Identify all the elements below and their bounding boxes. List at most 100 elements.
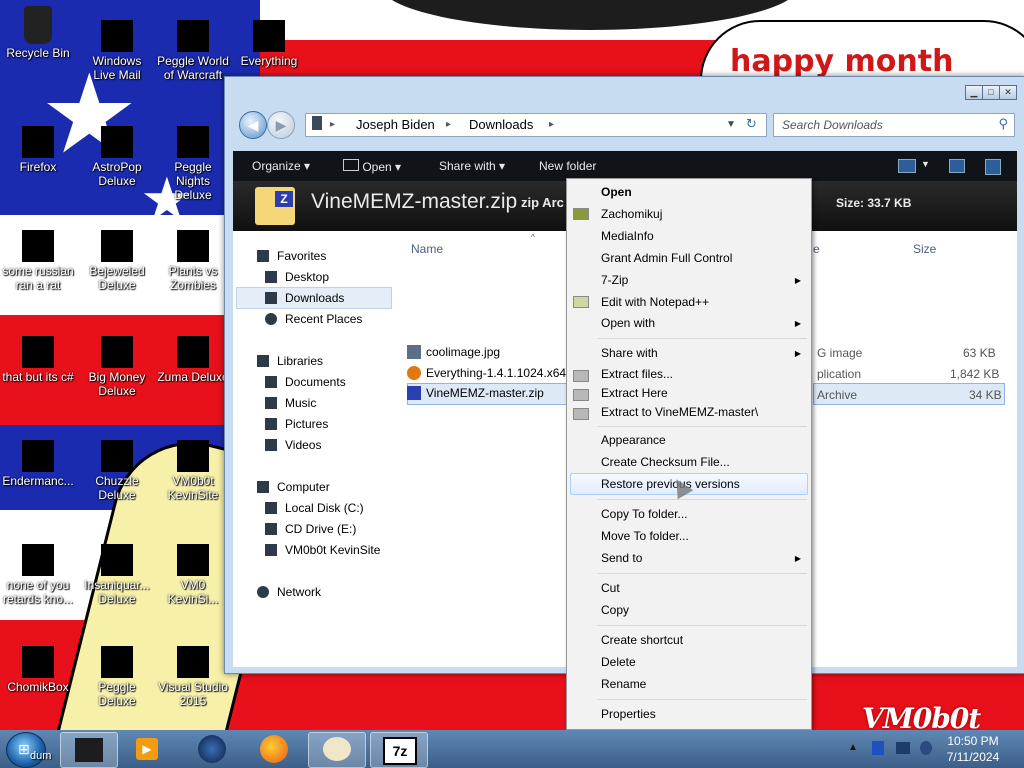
close-button[interactable]: ✕ — [999, 85, 1017, 100]
menu-appearance[interactable]: Appearance — [601, 433, 666, 447]
navigation-pane: Favorites Desktop Downloads Recent Place… — [233, 231, 395, 667]
menu-grant-admin[interactable]: Grant Admin Full Control — [601, 251, 732, 265]
desktop-icon-astropop[interactable]: AstroPop Deluxe — [80, 126, 154, 188]
open-button[interactable]: Open ▾ — [343, 159, 401, 174]
minimize-button[interactable]: ▁ — [965, 85, 983, 100]
nav-network[interactable]: Network — [257, 585, 321, 599]
back-button[interactable]: ◀ — [239, 111, 267, 139]
new-folder-button[interactable]: New folder — [539, 159, 596, 173]
forward-button[interactable]: ▶ — [267, 111, 295, 139]
desktop-icon-peggle-nights[interactable]: Peggle Nights Deluxe — [156, 126, 230, 202]
preview-pane-icon[interactable] — [949, 159, 965, 173]
desktop-icon-recycle-bin[interactable]: Recycle Bin — [1, 6, 75, 60]
desktop-icon-pvz[interactable]: Plants vs Zombies — [156, 230, 230, 292]
menu-move-to-folder[interactable]: Move To folder... — [601, 529, 689, 543]
taskbar-7zip[interactable]: 7z — [370, 732, 428, 768]
menu-mediainfo[interactable]: MediaInfo — [601, 229, 654, 243]
tray-app-icon[interactable] — [872, 741, 884, 755]
file-row-vinememz[interactable]: VineMEMZ-master.zip — [407, 386, 544, 406]
maximize-button[interactable]: □ — [982, 85, 1000, 100]
nav-music[interactable]: Music — [265, 396, 316, 410]
desktop-icon-peggle-wow[interactable]: Peggle World of Warcraft — [156, 20, 230, 82]
taskbar-explorer[interactable] — [60, 732, 118, 768]
desktop-icon-that-but-csharp[interactable]: that but its c# — [1, 336, 75, 384]
column-header-type[interactable]: e — [813, 242, 820, 256]
menu-delete[interactable]: Delete — [601, 655, 636, 669]
view-options-icon[interactable] — [898, 159, 916, 173]
menu-7zip[interactable]: 7-Zip — [601, 273, 801, 287]
taskbar-media-player[interactable]: ▶ — [120, 732, 176, 766]
menu-create-shortcut[interactable]: Create shortcut — [601, 633, 683, 647]
menu-share-with[interactable]: Share with — [601, 346, 658, 360]
nav-vm-kevinsite[interactable]: VM0b0t KevinSite — [265, 543, 380, 557]
help-icon[interactable] — [985, 159, 1001, 175]
menu-extract-here[interactable]: Extract Here — [601, 386, 668, 400]
desktop-icon-endermanch[interactable]: Endermanc... — [1, 440, 75, 488]
menu-send-to[interactable]: Send to — [601, 551, 642, 565]
desktop-icon-visual-studio[interactable]: Visual Studio 2015 — [156, 646, 230, 708]
desktop-icon-everything[interactable]: Everything — [232, 20, 306, 68]
address-bar[interactable]: ▸ Joseph Biden ▸ Downloads ▸ ▼ ↻ — [305, 113, 767, 137]
view-dropdown-icon[interactable]: ▼ — [921, 159, 930, 169]
nav-documents[interactable]: Documents — [265, 375, 346, 389]
nav-videos[interactable]: Videos — [265, 438, 321, 452]
taskbar-app-globe[interactable] — [184, 732, 240, 766]
column-header-size[interactable]: Size — [913, 242, 936, 256]
desktop-icon-chomikbox[interactable]: ChomikBox — [1, 646, 75, 694]
file-row-everything[interactable]: Everything-1.4.1.1024.x64- — [407, 366, 570, 386]
network-status-icon[interactable] — [896, 742, 910, 754]
nav-recent-places[interactable]: Recent Places — [265, 312, 362, 326]
desktop-icon-zuma[interactable]: Zuma Deluxe — [156, 336, 230, 384]
nav-cd-drive[interactable]: CD Drive (E:) — [265, 522, 356, 536]
nav-desktop[interactable]: Desktop — [265, 270, 329, 284]
menu-rename[interactable]: Rename — [601, 677, 646, 691]
menu-create-checksum[interactable]: Create Checksum File... — [601, 455, 730, 469]
menu-copy-to-folder[interactable]: Copy To folder... — [601, 507, 688, 521]
search-icon[interactable]: ⚲ — [998, 116, 1008, 132]
organize-button[interactable]: Organize ▾ — [252, 159, 310, 173]
desktop-icon-firefox[interactable]: Firefox — [1, 126, 75, 174]
nav-local-disk[interactable]: Local Disk (C:) — [265, 501, 364, 515]
taskbar-firefox[interactable] — [246, 732, 302, 766]
menu-copy[interactable]: Copy — [601, 603, 629, 617]
taskbar-paint[interactable] — [308, 732, 366, 768]
desktop-icon-russian-rat[interactable]: some russian ran a rat — [1, 230, 75, 292]
desktop-icon-vm0-kevinsite[interactable]: VM0 KevinSi... — [156, 544, 230, 606]
menu-extract-files[interactable]: Extract files... — [601, 367, 673, 381]
menu-edit-notepadpp[interactable]: Edit with Notepad++ — [601, 295, 709, 309]
menu-open-with[interactable]: Open with — [601, 316, 655, 330]
desktop-icon-bejeweled[interactable]: Bejeweled Deluxe — [80, 230, 154, 292]
title-bar[interactable]: ▁ □ ✕ — [225, 77, 1024, 103]
menu-cut[interactable]: Cut — [601, 581, 620, 595]
file-row-coolimage[interactable]: coolimage.jpg — [407, 345, 500, 365]
desktop-icon-vm-kevinsite[interactable]: VM0b0t KevinSite — [156, 440, 230, 502]
search-input[interactable]: Search Downloads ⚲ — [773, 113, 1015, 137]
breadcrumb-downloads[interactable]: Downloads — [469, 117, 533, 132]
menu-zachomikuj[interactable]: Zachomikuj — [601, 207, 662, 221]
desktop-icon-none-of-you[interactable]: none of you retards kno... — [1, 544, 75, 606]
refresh-icon[interactable]: ↻ — [746, 116, 757, 132]
desktop-icon-big-money[interactable]: Big Money Deluxe — [80, 336, 154, 398]
desktop-icon-chuzzle[interactable]: Chuzzle Deluxe — [80, 440, 154, 502]
column-header-name[interactable]: Name — [411, 242, 443, 256]
nav-computer[interactable]: Computer — [257, 480, 330, 494]
share-with-button[interactable]: Share with ▾ — [439, 159, 505, 173]
desktop-icon-windows-live-mail[interactable]: Windows Live Mail — [80, 20, 154, 82]
address-dropdown-icon[interactable]: ▼ — [726, 119, 736, 130]
desktop-icon-peggle-deluxe[interactable]: Peggle Deluxe — [80, 646, 154, 708]
nav-favorites[interactable]: Favorites — [257, 249, 326, 263]
volume-icon[interactable] — [920, 741, 932, 755]
menu-properties[interactable]: Properties — [601, 707, 656, 721]
menu-open[interactable]: Open — [601, 185, 632, 199]
show-hidden-icons-icon[interactable]: ▲ — [848, 742, 858, 753]
clock[interactable]: 10:50 PM 7/11/2024 — [940, 733, 1006, 765]
desktop-icon-insaniquarium[interactable]: Insaniquar... Deluxe — [80, 544, 154, 606]
nav-downloads[interactable]: Downloads — [265, 291, 344, 305]
nav-pictures[interactable]: Pictures — [265, 417, 328, 431]
favorites-icon — [257, 250, 269, 262]
menu-extract-to[interactable]: Extract to VineMEMZ-master\ — [601, 405, 758, 419]
nav-libraries[interactable]: Libraries — [257, 354, 323, 368]
breadcrumb-joseph-biden[interactable]: Joseph Biden — [356, 117, 435, 132]
desktop-icon — [265, 271, 277, 283]
file-type-coolimage: G image — [817, 346, 863, 360]
